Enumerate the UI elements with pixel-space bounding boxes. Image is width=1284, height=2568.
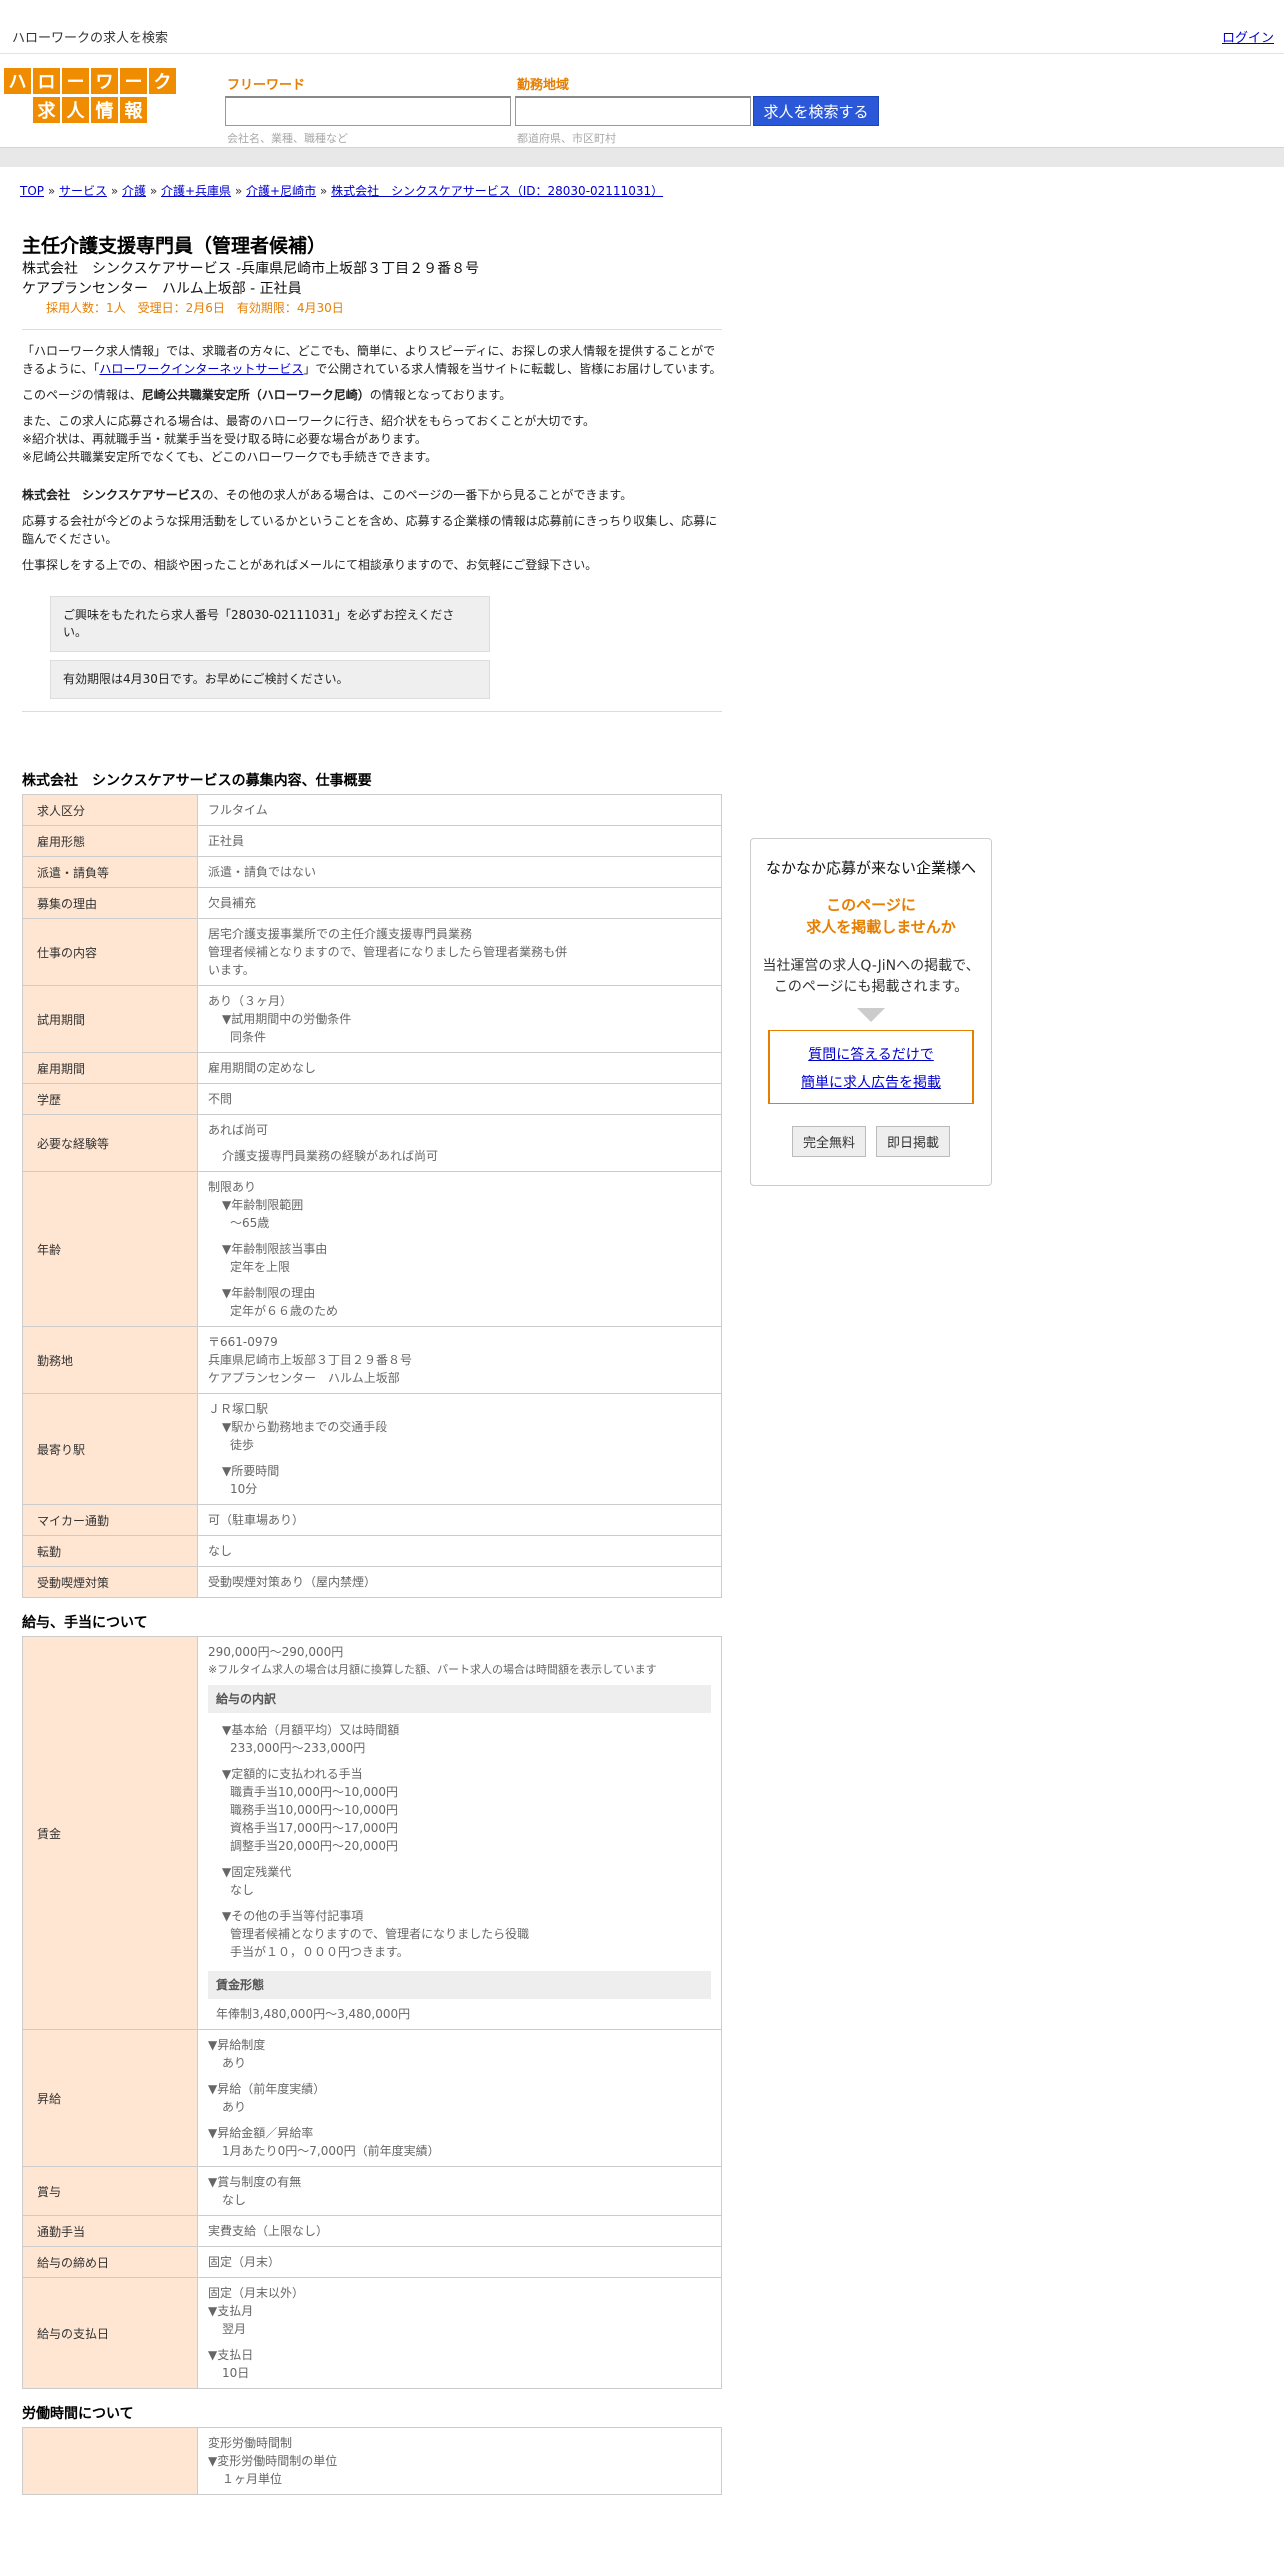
table-row: 給与の支払日 固定（月末以外） ▼支払月 翌月 ▼支払日 10日 — [22, 2277, 722, 2389]
breadcrumb-separator: » — [316, 184, 332, 198]
breadcrumb: TOP » サービス » 介護 » 介護+兵庫県 » 介護+尼崎市 » 株式会社… — [20, 182, 663, 199]
divider — [22, 329, 722, 330]
intro-paragraph-4: ※紹介状は、再就職手当・就業手当を受け取る時に必要な場合があります。 — [22, 432, 427, 446]
table-row: 求人区分 フルタイム — [22, 794, 722, 826]
sidebar-title: なかなか応募が来ない企業様へ — [765, 859, 976, 877]
breadcrumb-separator: » — [231, 184, 247, 198]
salary-table: 賃金 290,000円〜290,000円 ※フルタイム求人の場合は月額に換算した… — [22, 1636, 722, 2389]
sidebar-link-box: 質問に答えるだけで 簡単に求人広告を掲載 — [768, 1030, 974, 1104]
area-label: 勤務地域 — [517, 78, 570, 93]
post-ad-link[interactable]: 簡単に求人広告を掲載 — [801, 1075, 941, 1091]
freeword-hint: 会社名、業種、職種など — [227, 132, 348, 145]
hours-table: 変形労働時間制 ▼変形労働時間制の単位 １ヶ月単位 — [22, 2427, 722, 2495]
table-row: 変形労働時間制 ▼変形労働時間制の単位 １ヶ月単位 — [22, 2427, 722, 2495]
sidebar-description: 当社運営の求人Q-JiNへの掲載で、 このページにも掲載されます。 — [762, 958, 980, 995]
table-row: 雇用形態 正社員 — [22, 825, 722, 857]
login-link[interactable]: ログイン — [1222, 27, 1274, 46]
logo-char: ロ — [33, 68, 60, 94]
site-tagline: ハローワークの求人を検索 — [12, 31, 169, 46]
logo-char: 求 — [33, 97, 60, 123]
header-divider — [0, 147, 1284, 167]
intro-paragraph-7: 応募する会社が今どのような採用活動をしているかということを含め、応募する企業様の… — [22, 514, 718, 546]
advertise-sidebar: なかなか応募が来ない企業様へ このページに 求人を掲載しませんか 当社運営の求人… — [750, 838, 992, 1186]
expiry-notice: 有効期限は4月30日です。お早めにご検討ください。 — [50, 660, 490, 699]
logo-char: 人 — [62, 97, 89, 123]
table-row: 試用期間 あり（３ヶ月） ▼試用期間中の労働条件 同条件 — [22, 985, 722, 1053]
table-row: 転勤 なし — [22, 1535, 722, 1567]
down-arrow-icon — [857, 1008, 885, 1022]
breadcrumb-link[interactable]: 介護+尼崎市 — [246, 184, 316, 198]
freeword-input[interactable] — [225, 96, 511, 126]
logo-char: 報 — [120, 97, 147, 123]
logo-char: 情 — [91, 97, 118, 123]
search-button[interactable]: 求人を検索する — [753, 96, 879, 126]
table-row: 受動喫煙対策 受動喫煙対策あり（屋内禁煙） — [22, 1566, 722, 1598]
intro-paragraph-6: 株式会社 シンクスケアサービスの、その他の求人がある場合は、このページの一番下か… — [22, 488, 633, 502]
intro-paragraph-8: 仕事探しをする上での、相談や困ったことがあればメールにて相談承りますので、お気軽… — [22, 558, 598, 572]
logo-char: ワ — [91, 68, 118, 94]
table-row: 募集の理由 欠員補充 — [22, 887, 722, 919]
breadcrumb-link[interactable]: 介護 — [122, 184, 146, 198]
job-title: 主任介護支援専門員（管理者候補） — [22, 235, 327, 257]
intro-paragraph-5: ※尼崎公共職業安定所でなくても、どこのハローワークでも手続きできます。 — [22, 450, 438, 464]
logo-char: ー — [120, 68, 147, 94]
table-row: 必要な経験等 あれば尚可 介護支援専門員業務の経験があれば尚可 — [22, 1114, 722, 1172]
breadcrumb-link[interactable]: TOP — [20, 184, 44, 198]
freeword-label: フリーワード — [227, 78, 306, 93]
breadcrumb-separator: » — [146, 184, 161, 198]
sidebar-headline: このページに 求人を掲載しませんか — [806, 896, 956, 936]
answer-questions-link[interactable]: 質問に答えるだけで — [808, 1047, 934, 1063]
logo-char: ー — [62, 68, 89, 94]
top-bar: ハローワークの求人を検索 ログイン — [0, 0, 1284, 54]
breadcrumb-separator: » — [107, 184, 122, 198]
intro-paragraph-3: また、この求人に応募される場合は、最寄のハローワークに行き、紹介状をもらっておく… — [22, 414, 596, 428]
table-row: 学歴 不問 — [22, 1083, 722, 1115]
table-row: 雇用期間 雇用期間の定めなし — [22, 1052, 722, 1084]
table-row: 勤務地 〒661-0979 兵庫県尼崎市上坂部３丁目２９番８号 ケアプランセンター… — [22, 1326, 722, 1394]
breadcrumb-link[interactable]: 株式会社 シンクスケアサービス（ID：28030-02111031） — [331, 184, 663, 198]
free-badge[interactable]: 完全無料 — [791, 1126, 866, 1157]
area-input[interactable] — [515, 96, 751, 126]
table-row: 派遣・請負等 派遣・請負ではない — [22, 856, 722, 888]
hours-heading: 労働時間について — [22, 2406, 134, 2422]
intro-paragraph-1: 「ハローワーク求人情報」では、求職者の方々に、どこでも、簡単に、よりスピーディに… — [22, 344, 722, 376]
breadcrumb-separator: » — [44, 184, 59, 198]
table-row: 給与の締め日 固定（月末） — [22, 2246, 722, 2278]
divider — [22, 711, 722, 712]
company-line: 株式会社 シンクスケアサービス -兵庫県尼崎市上坂部３丁目２９番８号 — [22, 261, 480, 277]
area-hint: 都道府県、市区町村 — [517, 132, 616, 145]
table-row: 最寄り駅 ＪＲ塚口駅 ▼駅から勤務地までの交通手段 徒歩 ▼所要時間 10分 — [22, 1393, 722, 1505]
breadcrumb-link[interactable]: サービス — [59, 184, 107, 198]
table-row: 賞与 ▼賞与制度の有無 なし — [22, 2166, 722, 2216]
table-row: マイカー通勤 可（駐車場あり） — [22, 1504, 722, 1536]
logo-char: ク — [149, 68, 176, 94]
job-number-notice: ご興味をもたれたら求人番号「28030-02111031」を必ずお控えください。 — [50, 596, 490, 652]
breadcrumb-link[interactable]: 介護+兵庫県 — [161, 184, 231, 198]
overview-table: 求人区分 フルタイム 雇用形態 正社員 派遣・請負等 派遣・請負ではない 募集の理由欠… — [22, 794, 722, 1598]
logo-char: ハ — [4, 68, 31, 94]
overview-heading: 株式会社 シンクスケアサービスの募集内容、仕事概要 — [22, 773, 372, 789]
job-meta: 採用人数：1人 受理日：2月6日 有効期限：4月30日 — [46, 301, 344, 315]
main-content: 主任介護支援専門員（管理者候補） 株式会社 シンクスケアサービス -兵庫県尼崎市… — [22, 233, 722, 2509]
table-row: 賃金 290,000円〜290,000円 ※フルタイム求人の場合は月額に換算した… — [22, 1636, 722, 2030]
same-day-badge[interactable]: 即日掲載 — [876, 1126, 951, 1157]
salary-heading: 給与、手当について — [22, 1615, 148, 1631]
intro-paragraph-2: このページの情報は、尼崎公共職業安定所（ハローワーク尼崎）の情報となっております… — [22, 388, 512, 402]
table-row: 仕事の内容 居宅介護支援事業所での主任介護支援専門員業務 管理者候補となりますので… — [22, 918, 722, 986]
hellowork-internet-link[interactable]: ハローワークインターネットサービス — [99, 362, 303, 376]
office-line: ケアプランセンター ハルム上坂部 - 正社員 — [22, 281, 302, 297]
site-logo[interactable]: ハローワーク 求人情報 — [4, 68, 180, 124]
table-row: 昇給 ▼昇給制度 あり ▼昇給（前年度実績） あり ▼昇給金額／昇給率 1月あたり0円… — [22, 2029, 722, 2167]
table-row: 通勤手当 実費支給（上限なし） — [22, 2215, 722, 2247]
table-row: 年齢 制限あり ▼年齢制限範囲 〜65歳 ▼年齢制限該当事由 定年を上限 ▼年齢制限… — [22, 1171, 722, 1327]
